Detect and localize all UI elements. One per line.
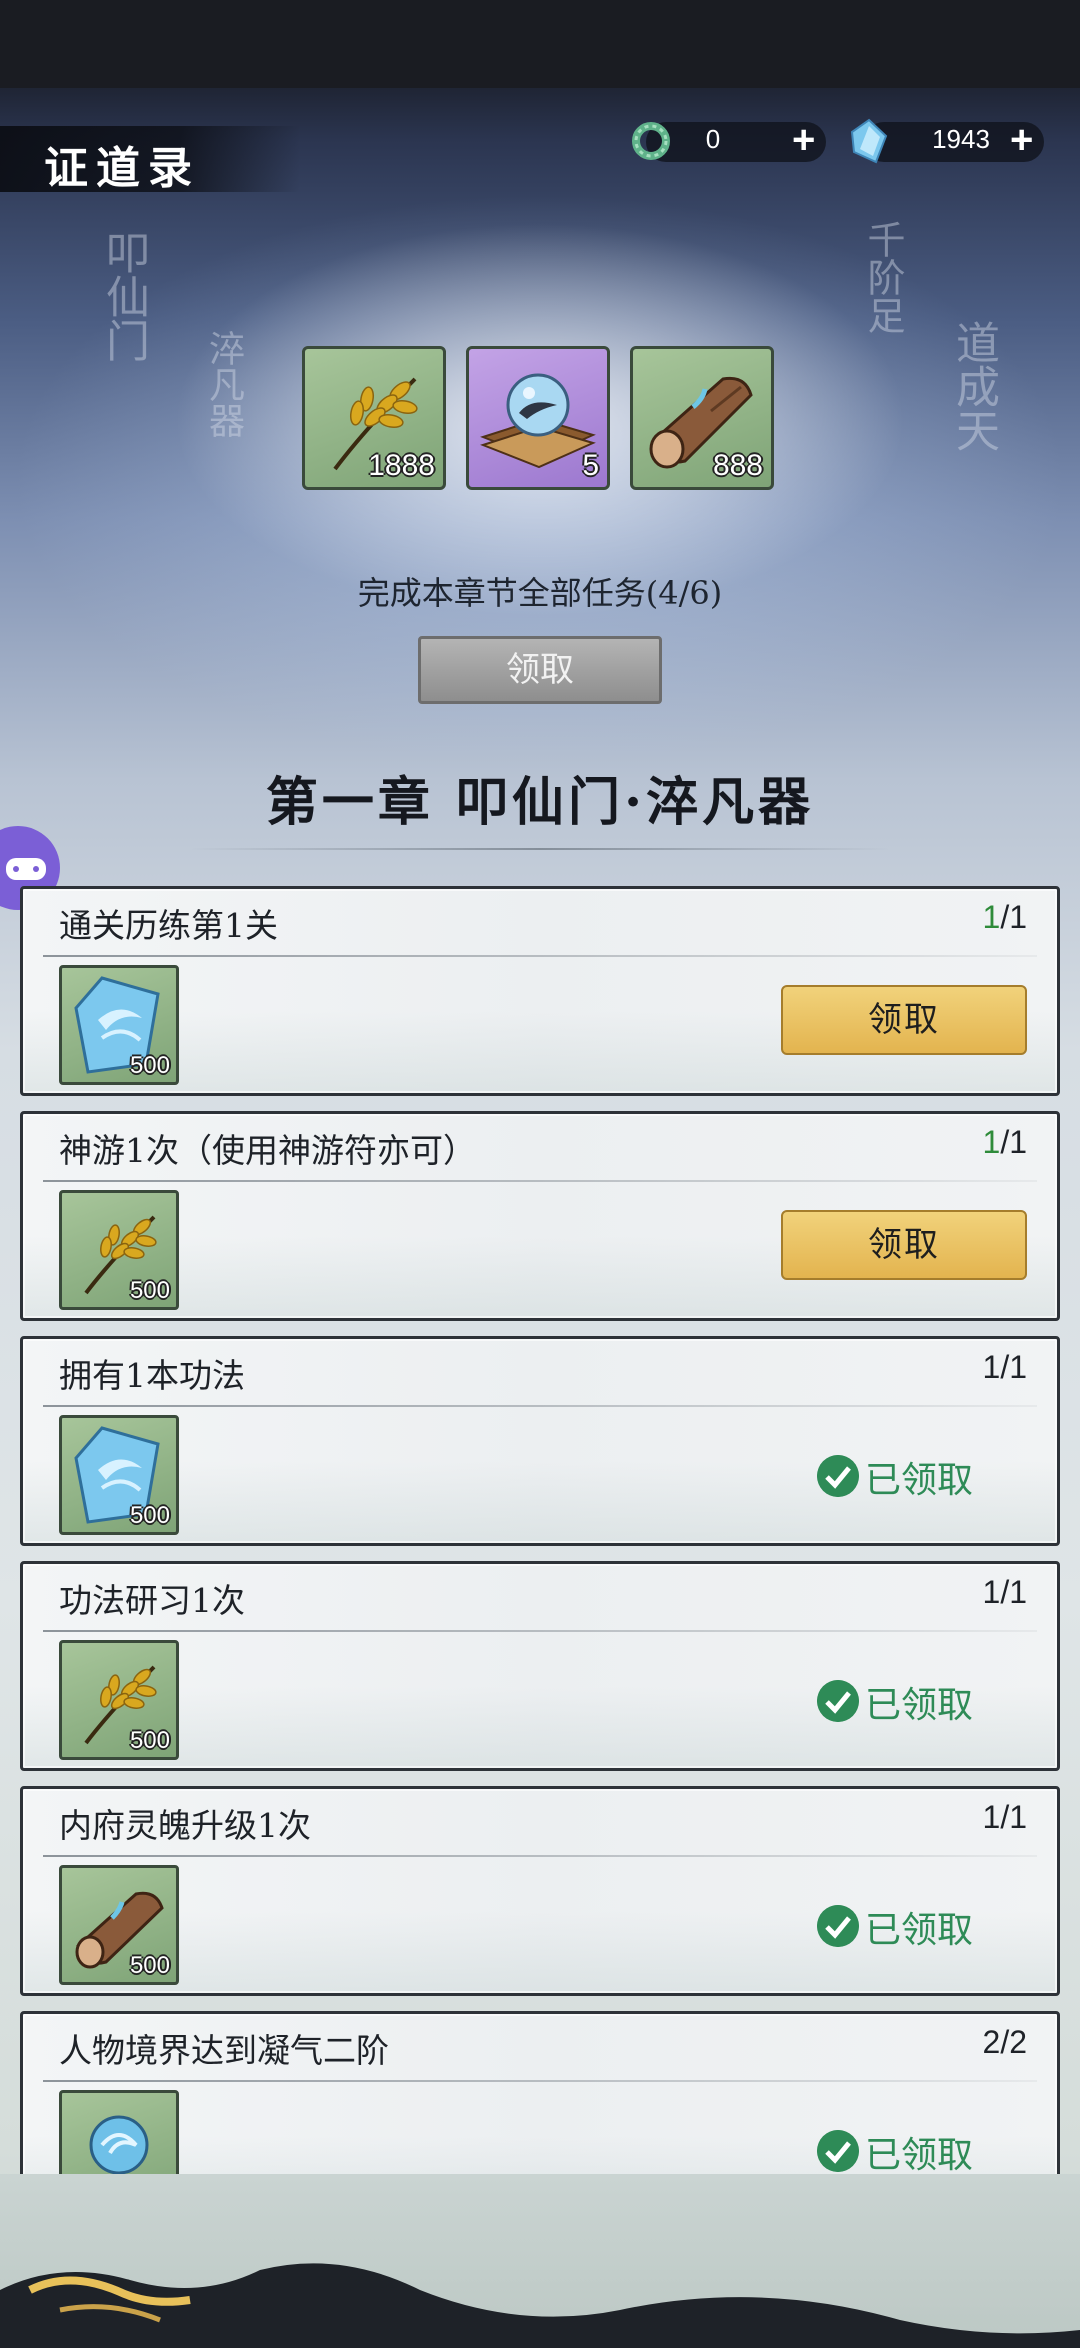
task-divider: [43, 2080, 1037, 2082]
reward-count: 500: [129, 1727, 170, 1754]
claim-button[interactable]: 领取: [781, 1210, 1027, 1280]
task-reward-item[interactable]: 500: [59, 965, 179, 1085]
task-divider: [43, 955, 1037, 957]
decorative-calligraphy: 叩仙门: [98, 230, 149, 362]
task-progress: 1/1: [982, 1124, 1027, 1160]
check-icon: [817, 1680, 859, 1722]
claimed-label: 已领取: [865, 1460, 974, 1501]
task-name: 功法研习1次: [59, 1581, 245, 1620]
crystal-count: 1943: [932, 124, 990, 154]
claim-button[interactable]: 领取: [781, 985, 1027, 1055]
claimed-label: 已领取: [865, 2135, 974, 2176]
page-title: 证道录: [44, 143, 200, 194]
task-divider: [43, 1405, 1037, 1407]
reward-count: 500: [129, 1052, 170, 1079]
task-reward-item[interactable]: 500: [59, 1865, 179, 1985]
add-jade-button[interactable]: +: [792, 118, 815, 163]
currency-crystal: 1943 +: [846, 118, 1046, 166]
add-crystal-button[interactable]: +: [1010, 118, 1033, 163]
currency-jade: 0 +: [628, 118, 828, 166]
check-icon: [817, 2130, 859, 2172]
task-name: 人物境界达到凝气二阶: [59, 2031, 389, 2070]
task-name: 内府灵魄升级1次: [59, 1806, 311, 1845]
task-progress: 1/1: [982, 1349, 1027, 1385]
task-reward-item[interactable]: 500: [59, 1415, 179, 1535]
task-card: 拥有1本功法 1/1 500 已领取: [20, 1336, 1060, 1546]
check-icon: [817, 1455, 859, 1497]
task-reward-item[interactable]: 500: [59, 1640, 179, 1760]
claimed-status: 已领取: [817, 1451, 1017, 1501]
chapter-reward-orb-scroll[interactable]: 5: [466, 346, 610, 490]
claimed-label: 已领取: [865, 1685, 974, 1726]
status-bar-area: [0, 0, 1080, 88]
chapter-reward-wood[interactable]: 888: [630, 346, 774, 490]
jade-ring-icon: [632, 122, 670, 160]
task-divider: [43, 1630, 1037, 1632]
task-name: 拥有1本功法: [59, 1356, 245, 1395]
task-progress: 1/1: [982, 899, 1027, 935]
task-reward-item[interactable]: 500: [59, 1190, 179, 1310]
chapter-title: 第一章 叩仙门·淬凡器: [265, 772, 815, 833]
task-progress: 1/1: [982, 1574, 1027, 1610]
decorative-calligraphy: 道成天: [948, 320, 999, 452]
chapter-progress-text: 完成本章节全部任务(4/6): [357, 574, 723, 612]
reward-count: 500: [129, 1952, 170, 1979]
reward-count: 5: [582, 449, 599, 482]
task-card: 神游1次（使用神游符亦可） 1/1 500 领取: [20, 1111, 1060, 1321]
reward-count: 1888: [368, 449, 435, 482]
task-divider: [43, 1855, 1037, 1857]
claimed-status: 已领取: [817, 1901, 1017, 1951]
task-divider: [43, 1180, 1037, 1182]
task-card: 功法研习1次 1/1 500 已领取: [20, 1561, 1060, 1771]
reward-count: 500: [129, 1502, 170, 1529]
check-icon: [817, 1905, 859, 1947]
reward-count: 500: [129, 1277, 170, 1304]
claimed-label: 已领取: [865, 1910, 974, 1951]
jade-count: 0: [705, 124, 721, 154]
task-card: 内府灵魄升级1次 1/1 500 已领取: [20, 1786, 1060, 1996]
task-name: 通关历练第1关: [59, 906, 278, 945]
task-progress: 1/1: [982, 1799, 1027, 1835]
ink-mountain-decoration: [0, 2263, 1080, 2348]
chapter-reward-grain[interactable]: 1888: [302, 346, 446, 490]
task-name: 神游1次（使用神游符亦可）: [59, 1131, 476, 1170]
chapter-divider: [190, 848, 890, 850]
decorative-calligraphy: 淬凡器: [203, 330, 244, 438]
task-card: 通关历练第1关 1/1 500 领取: [20, 886, 1060, 1096]
claim-chapter-reward-button[interactable]: 领取: [418, 636, 662, 704]
spirit-crystal-icon: [850, 118, 888, 164]
task-progress: 2/2: [982, 2024, 1027, 2060]
decorative-calligraphy: 千阶足: [861, 220, 905, 334]
claimed-status: 已领取: [817, 1676, 1017, 1726]
reward-count: 888: [712, 449, 763, 482]
claimed-status: 已领取: [817, 2126, 1017, 2176]
